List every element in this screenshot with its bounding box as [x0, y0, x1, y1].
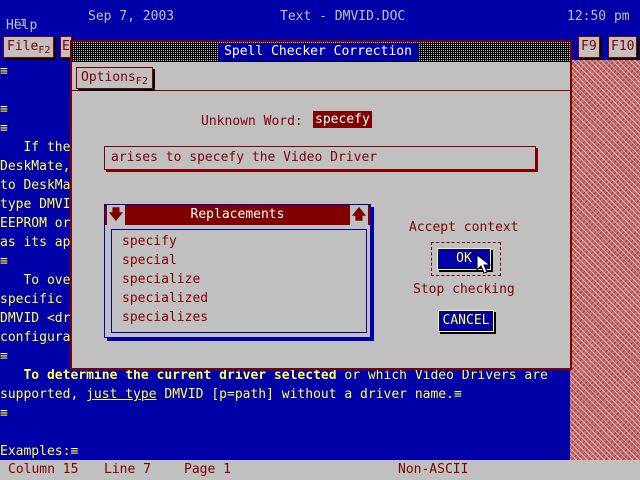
replacements-header: Replacements	[105, 205, 370, 225]
document-line: ≡	[0, 102, 8, 117]
stop-checking-label: Stop checking	[413, 282, 515, 297]
replacements-listbox: Replacements 🡇 🡅 specify special special…	[104, 204, 371, 338]
document-line: ≡	[0, 121, 8, 136]
document-line: as its ap	[0, 235, 71, 250]
replacements-list: specify special specialize specialized s…	[111, 229, 367, 333]
bottom-status-bar: Column 15 Line 7 Page 1 Non-ASCII	[0, 460, 640, 480]
document-line: ≡	[0, 64, 8, 79]
help-key: F1	[13, 18, 26, 29]
unknown-word-label: Unknown Word:	[201, 114, 303, 129]
paragraph-rest: or which Video Drivers are	[336, 368, 548, 383]
app-mode-title: Text - DMVID.DOC	[280, 9, 406, 24]
encoding-indicator: Non-ASCII	[398, 462, 469, 477]
document-line: DMVID <dr	[0, 311, 71, 326]
down-arrow-icon[interactable]: 🡇	[107, 205, 125, 225]
top-status-bar: Help F1 Sep 7, 2003 Text - DMVID.DOC 12:…	[0, 0, 640, 34]
unknown-word-value: specefy	[313, 111, 372, 128]
cancel-button[interactable]: CANCEL	[438, 310, 494, 332]
underlined-phrase: just type	[86, 387, 157, 402]
document-line: To ove	[0, 273, 71, 288]
list-item[interactable]: special	[122, 253, 177, 268]
dialog-menu-bar: OptionsF2	[72, 64, 570, 91]
document-line: ≡	[0, 406, 8, 421]
accept-context-label: Accept context	[409, 220, 519, 235]
file-label: File	[7, 39, 39, 54]
edit-label: E	[62, 39, 70, 54]
line2-post: DMVID [p=path] without a driver name.≡	[156, 387, 462, 402]
f9-button[interactable]: F9	[578, 36, 600, 58]
document-line: EEPROM or	[0, 216, 71, 231]
clock-display: 12:50 pm	[567, 9, 630, 24]
column-indicator: Column 15	[8, 462, 79, 477]
document-line: to DeskMa	[0, 178, 71, 193]
list-item[interactable]: specify	[122, 234, 177, 249]
paragraph-start: To determine the current driver selected	[0, 368, 337, 383]
replacements-title: Replacements	[190, 207, 285, 222]
context-field[interactable]: arises to specefy the Video Driver	[104, 146, 536, 170]
dialog-title-bar[interactable]: Spell Checker Correction	[72, 42, 570, 62]
options-menu-button[interactable]: OptionsF2	[76, 67, 153, 89]
spell-checker-dialog: Spell Checker Correction OptionsF2 Unkno…	[70, 40, 572, 370]
document-line: ≡	[0, 349, 8, 364]
list-item[interactable]: specializes	[122, 310, 208, 325]
f9-label: F9	[581, 39, 597, 54]
document-line: DeskMate,	[0, 159, 71, 174]
options-key: F2	[135, 76, 148, 87]
document-line: ≡	[0, 254, 8, 269]
options-label: Options	[81, 70, 136, 85]
examples-heading: Examples:≡	[0, 444, 79, 459]
list-item[interactable]: specialize	[122, 272, 200, 287]
document-line: type DMVI	[0, 197, 71, 212]
scroll-margin-pattern	[570, 60, 640, 460]
file-menu-button[interactable]: FileF2	[3, 36, 55, 58]
line2-pre: supported,	[0, 387, 87, 402]
help-menu[interactable]: Help F1	[6, 9, 37, 33]
f10-label: F10	[611, 39, 635, 54]
document-line: supported, just type DMVID [p=path] with…	[0, 385, 462, 404]
date-display: Sep 7, 2003	[88, 9, 175, 24]
document-line: configura	[0, 330, 71, 345]
mouse-pointer-icon	[476, 253, 492, 278]
list-item[interactable]: specialized	[122, 291, 208, 306]
line-indicator: Line 7	[104, 462, 151, 477]
dialog-title: Spell Checker Correction	[218, 43, 418, 61]
document-line: specific	[0, 292, 71, 307]
f10-button[interactable]: F10	[608, 36, 638, 58]
document-line: If the	[0, 140, 71, 155]
file-key: F2	[38, 45, 51, 56]
up-arrow-icon[interactable]: 🡅	[350, 205, 368, 225]
page-indicator: Page 1	[184, 462, 231, 477]
